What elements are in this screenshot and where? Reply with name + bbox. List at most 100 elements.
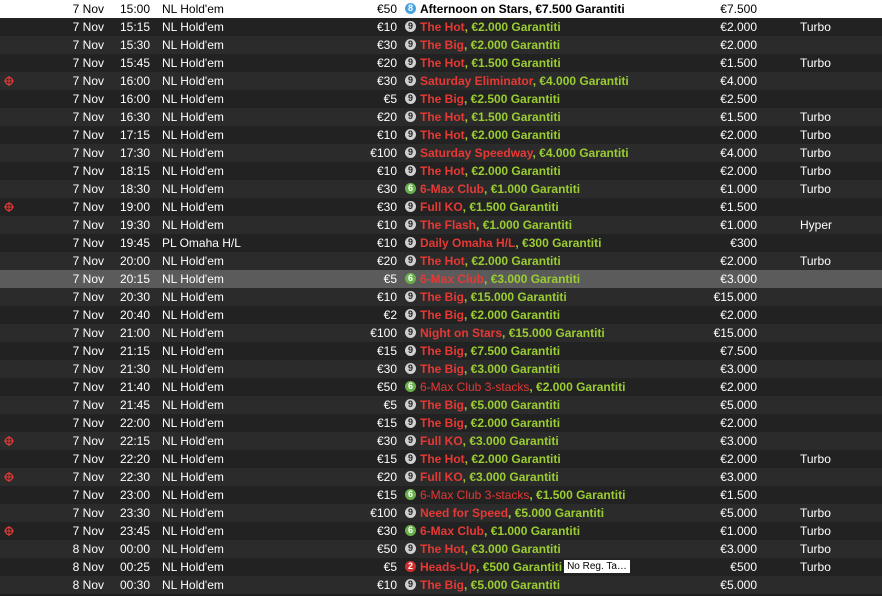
date-cell: 8 Nov: [72, 560, 104, 574]
time-cell: 20:40: [119, 308, 150, 322]
tournament-row[interactable]: 7 Nov 23:30 NL Hold'em €100 9 Need for Speed,…: [0, 504, 882, 522]
tournament-row[interactable]: 7 Nov 21:15 NL Hold'em €15 9 The Big, €7.500 …: [0, 342, 882, 360]
tournament-row[interactable]: 7 Nov 18:15 NL Hold'em €10 9 The Hot, €2.000 …: [0, 162, 882, 180]
date-cell: 7 Nov: [72, 236, 104, 250]
name-separator: ,: [464, 290, 471, 304]
tournament-row[interactable]: 7 Nov 22:30 NL Hold'em €20 9 Full KO, €3.000 …: [0, 468, 882, 486]
tournament-row[interactable]: 7 Nov 16:00 NL Hold'em €5 9 The Big, €2.500 G…: [0, 90, 882, 108]
tournament-row[interactable]: 8 Nov 00:25 NL Hold'em €5 2 Heads-Up, €500 Ga…: [0, 558, 882, 576]
buyin-cell: €100: [370, 506, 397, 520]
tournament-name: The Big: [420, 290, 464, 304]
date-cell: 7 Nov: [72, 524, 104, 538]
table-size-badge: 9: [405, 39, 416, 51]
buyin-cell: €20: [376, 254, 397, 268]
tournament-row[interactable]: 7 Nov 16:30 NL Hold'em €20 9 The Hot, €1.500 …: [0, 108, 882, 126]
speed-cell: Turbo: [800, 128, 831, 142]
date-cell: 7 Nov: [72, 362, 104, 376]
time-cell: 21:15: [119, 344, 150, 358]
tournament-row[interactable]: 7 Nov 17:30 NL Hold'em €100 9 Saturday Speedw…: [0, 144, 882, 162]
empty-icon-cell: [4, 234, 28, 252]
guarantee-text: €1.000 Garantiti: [490, 524, 581, 538]
tournament-row[interactable]: 7 Nov 21:45 NL Hold'em €5 9 The Big, €5.000 G…: [0, 396, 882, 414]
guarantee-text: €2.000 Garantiti: [470, 308, 561, 322]
table-size-badge: 9: [405, 363, 416, 375]
speed-cell: [800, 306, 880, 324]
empty-icon-cell: [4, 18, 28, 36]
tournament-row[interactable]: 7 Nov 19:45 PL Omaha H/L €10 9 Daily Omaha H/…: [0, 234, 882, 252]
tournament-row[interactable]: 7 Nov 20:00 NL Hold'em €20 9 The Hot, €2.000 …: [0, 252, 882, 270]
prize-cell: €1.500: [720, 110, 757, 124]
guarantee-text: €300 Garantiti: [522, 236, 602, 250]
guarantee-text: €4.000 Garantiti: [539, 74, 629, 88]
speed-cell: Turbo: [800, 506, 831, 520]
tournament-name: The Big: [420, 344, 464, 358]
time-cell: 20:30: [119, 290, 150, 304]
table-size-badge: 9: [405, 57, 416, 69]
table-size-badge: 9: [405, 201, 416, 213]
tournament-row[interactable]: 7 Nov 20:40 NL Hold'em €2 9 The Big, €2.000 G…: [0, 306, 882, 324]
speed-cell: [800, 486, 880, 504]
time-cell: 19:00: [119, 200, 150, 214]
tournament-row[interactable]: 7 Nov 23:00 NL Hold'em €15 6 6-Max Club 3-sta…: [0, 486, 882, 504]
tournament-name: Full KO: [420, 470, 463, 484]
tournament-row[interactable]: 7 Nov 20:30 NL Hold'em €10 9 The Big, €15.000…: [0, 288, 882, 306]
empty-icon-cell: [4, 414, 28, 432]
time-cell: 21:30: [119, 362, 150, 376]
date-cell: 8 Nov: [72, 578, 104, 592]
prize-cell: €3.000: [720, 470, 757, 484]
table-size-badge: 9: [405, 309, 416, 321]
empty-icon-cell: [4, 342, 28, 360]
tournament-row[interactable]: 7 Nov 17:15 NL Hold'em €10 9 The Hot, €2.000 …: [0, 126, 882, 144]
speed-cell: Turbo: [800, 560, 831, 574]
tournament-row[interactable]: 7 Nov 15:30 NL Hold'em €30 9 The Big, €2.000 …: [0, 36, 882, 54]
empty-icon-cell: [4, 306, 28, 324]
buyin-cell: €100: [370, 326, 397, 340]
guarantee-text: €2.000 Garantiti: [536, 380, 626, 394]
date-cell: 7 Nov: [72, 272, 104, 286]
tournament-row[interactable]: 7 Nov 22:00 NL Hold'em €15 9 The Big, €2.000 …: [0, 414, 882, 432]
tournament-row[interactable]: 7 Nov 15:15 NL Hold'em €10 9 The Hot, €2.000 …: [0, 18, 882, 36]
guarantee-text: €3.000 Garantiti: [469, 434, 559, 448]
buyin-cell: €50: [376, 542, 397, 556]
tournament-row[interactable]: 7 Nov 16:00 NL Hold'em €30 9 Saturday Elimina…: [0, 72, 882, 90]
name-separator: ,: [476, 218, 483, 232]
time-cell: 18:30: [119, 182, 150, 196]
guarantee-text: €15.000 Garantiti: [508, 326, 605, 340]
crosshair-icon: [4, 522, 28, 540]
empty-icon-cell: [4, 162, 28, 180]
tournament-row[interactable]: 7 Nov 20:15 NL Hold'em €5 6 6-Max Club, €3.00…: [0, 270, 882, 288]
speed-cell: Turbo: [800, 20, 831, 34]
date-cell: 7 Nov: [72, 254, 104, 268]
guarantee-text: €1.500 Garantiti: [471, 56, 561, 70]
date-cell: 7 Nov: [72, 506, 104, 520]
tournament-name: The Big: [420, 92, 464, 106]
time-cell: 15:15: [119, 20, 150, 34]
tournament-row[interactable]: 7 Nov 21:40 NL Hold'em €50 6 6-Max Club 3-sta…: [0, 378, 882, 396]
tournament-row[interactable]: 8 Nov 00:00 NL Hold'em €50 9 The Hot, €3.000 …: [0, 540, 882, 558]
guarantee-text: €7.500 Garantiti: [535, 2, 625, 16]
tournament-row[interactable]: 7 Nov 19:30 NL Hold'em €10 9 The Flash, €1.00…: [0, 216, 882, 234]
tournament-row[interactable]: 7 Nov 19:00 NL Hold'em €30 9 Full KO, €1.500 …: [0, 198, 882, 216]
tournament-name: The Big: [420, 38, 464, 52]
tournament-row[interactable]: 7 Nov 23:45 NL Hold'em €30 6 6-Max Club, €1.0…: [0, 522, 882, 540]
time-cell: 15:45: [119, 56, 150, 70]
speed-cell: Turbo: [800, 110, 831, 124]
time-cell: 22:20: [119, 452, 150, 466]
tournament-row[interactable]: 7 Nov 21:30 NL Hold'em €30 9 The Big, €3.000 …: [0, 360, 882, 378]
tournament-name: 6-Max Club: [420, 182, 485, 196]
time-cell: 20:15: [119, 272, 150, 286]
guarantee-text: €5.000 Garantiti: [470, 578, 561, 592]
tournament-row[interactable]: 7 Nov 22:15 NL Hold'em €30 9 Full KO, €3.000 …: [0, 432, 882, 450]
speed-cell: [800, 90, 880, 108]
time-cell: 16:00: [119, 92, 150, 106]
tournament-row[interactable]: 8 Nov 00:30 NL Hold'em €10 9 The Big, €5.000 …: [0, 576, 882, 594]
tournament-row[interactable]: 7 Nov 18:30 NL Hold'em €30 6 6-Max Club, €1.0…: [0, 180, 882, 198]
buyin-cell: €5: [383, 560, 397, 574]
tournament-row[interactable]: 7 Nov 15:00 NL Hold'em €50 8 Afternoon on Sta…: [0, 0, 882, 18]
tournament-row[interactable]: 7 Nov 22:20 NL Hold'em €15 9 The Hot, €2.000 …: [0, 450, 882, 468]
empty-icon-cell: [4, 108, 28, 126]
tournament-row[interactable]: 7 Nov 15:45 NL Hold'em €20 9 The Hot, €1.500 …: [0, 54, 882, 72]
empty-icon-cell: [4, 126, 28, 144]
tournament-row[interactable]: 7 Nov 21:00 NL Hold'em €100 9 Night on Stars,…: [0, 324, 882, 342]
prize-cell: €3.000: [720, 434, 757, 448]
